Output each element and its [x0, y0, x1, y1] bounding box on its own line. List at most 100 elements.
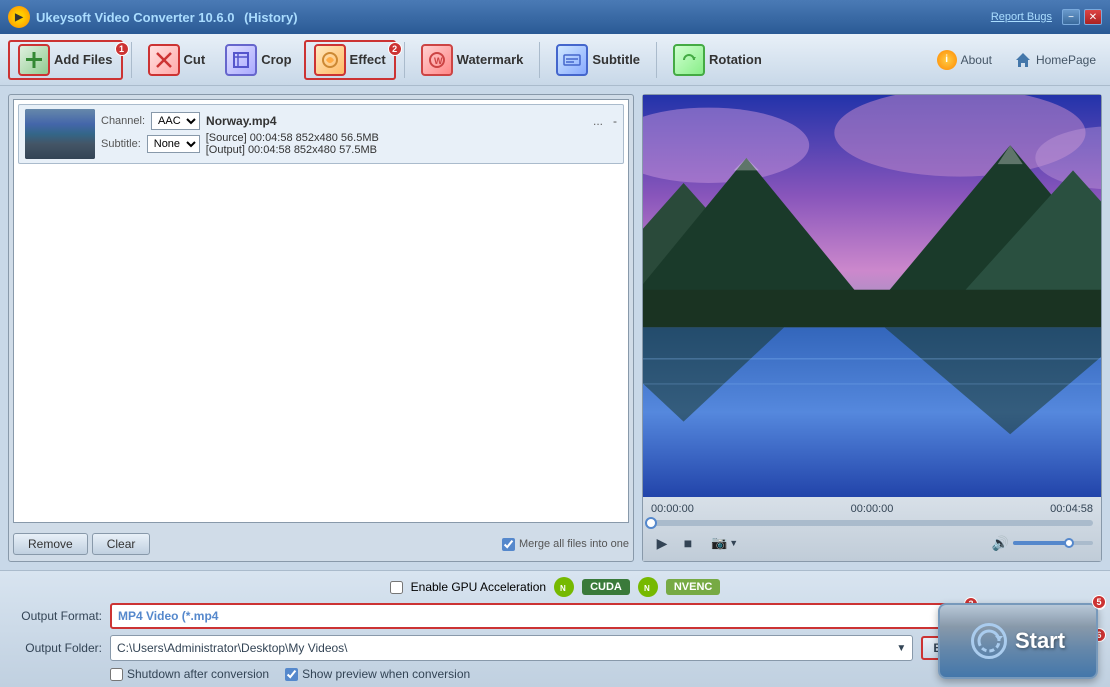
- merge-check-wrapper: Merge all files into one: [502, 538, 629, 551]
- watermark-button[interactable]: W Watermark: [413, 40, 532, 80]
- play-controls: ▶ ■ 📷 ▼: [651, 532, 738, 554]
- watermark-icon: W: [421, 44, 453, 76]
- about-icon: i: [937, 50, 957, 70]
- toolbar-sep-1: [131, 42, 132, 78]
- file-thumbnail: [25, 109, 95, 159]
- output-folder-label: Output Folder:: [12, 641, 102, 655]
- start-icon: [971, 623, 1007, 659]
- preview-option: Show preview when conversion: [285, 667, 470, 681]
- merge-label: Merge all files into one: [519, 538, 629, 550]
- subtitle-label-field: Subtitle:: [101, 138, 141, 150]
- file-panel: Channel: AAC Norway.mp4 ... - Subtitle: …: [8, 94, 634, 562]
- shutdown-checkbox[interactable]: [110, 668, 123, 681]
- volume-group: 🔊: [992, 535, 1093, 552]
- file-more-button[interactable]: ...: [593, 114, 603, 128]
- file-meta-sub-row: Subtitle: None [Source] 00:04:58 852x480…: [101, 132, 617, 156]
- file-actions: Remove Clear Merge all files into one: [9, 527, 633, 561]
- subtitle-icon: [556, 44, 588, 76]
- preview-svg: [643, 95, 1101, 497]
- time-middle: 00:00:00: [851, 503, 894, 515]
- content-row: Channel: AAC Norway.mp4 ... - Subtitle: …: [0, 86, 1110, 570]
- add-files-label: Add Files: [54, 52, 113, 67]
- preview-checkbox[interactable]: [285, 668, 298, 681]
- output-format-label: Output Format:: [12, 609, 102, 623]
- add-files-badge: 1: [115, 42, 129, 56]
- file-dash: -: [613, 114, 617, 128]
- preview-label: Show preview when conversion: [302, 667, 470, 681]
- channel-select[interactable]: AAC: [151, 112, 200, 130]
- subtitle-button[interactable]: Subtitle: [548, 40, 648, 80]
- crop-icon: [225, 44, 257, 76]
- effect-badge: 2: [388, 42, 402, 56]
- file-info: [Source] 00:04:58 852x480 56.5MB [Output…: [206, 132, 617, 156]
- merge-checkbox[interactable]: [502, 538, 515, 551]
- start-button[interactable]: Start: [938, 603, 1098, 679]
- camera-dropdown[interactable]: ▼: [729, 538, 738, 548]
- format-select-wrapper[interactable]: MP4 Video (*.mp4 ▲ 3: [110, 603, 972, 629]
- preview-video: [643, 95, 1101, 497]
- time-end: 00:04:58: [1050, 503, 1093, 515]
- time-start: 00:00:00: [651, 503, 694, 515]
- svg-text:W: W: [434, 56, 443, 66]
- start-badge-5: 5: [1092, 595, 1106, 609]
- effect-button[interactable]: Effect: [304, 40, 396, 80]
- add-files-icon: [18, 44, 50, 76]
- svg-text:N: N: [560, 584, 566, 593]
- homepage-button[interactable]: HomePage: [1008, 47, 1102, 73]
- file-item: Channel: AAC Norway.mp4 ... - Subtitle: …: [18, 104, 624, 164]
- start-button-wrapper: Start 5: [938, 603, 1098, 679]
- start-relative: Start 5: [938, 603, 1098, 679]
- crop-button[interactable]: Crop: [217, 40, 299, 80]
- file-name: Norway.mp4: [206, 114, 587, 128]
- watermark-label: Watermark: [457, 52, 524, 67]
- volume-track[interactable]: [1013, 541, 1093, 545]
- gpu-checkbox[interactable]: [390, 581, 403, 594]
- toolbar-sep-3: [539, 42, 540, 78]
- homepage-label: HomePage: [1036, 53, 1096, 67]
- crop-label: Crop: [261, 52, 291, 67]
- toolbar-sep-2: [404, 42, 405, 78]
- about-button[interactable]: i About: [931, 46, 998, 74]
- playback-row: ▶ ■ 📷 ▼ 🔊: [651, 529, 1093, 557]
- bottom-bar: Enable GPU Acceleration N CUDA N NVENC O…: [0, 570, 1110, 687]
- add-files-btn-wrapper: Add Files 1: [8, 40, 123, 80]
- close-button[interactable]: ✕: [1084, 9, 1102, 25]
- svg-text:N: N: [644, 584, 650, 593]
- about-label: About: [961, 53, 992, 67]
- source-info: [Source] 00:04:58 852x480 56.5MB: [206, 132, 617, 144]
- thumbnail-image: [25, 109, 95, 159]
- channel-label: Channel:: [101, 115, 145, 127]
- progress-thumb: [645, 517, 657, 529]
- output-format-row: Output Format: MP4 Video (*.mp4 ▲ 3 Outp…: [12, 603, 1098, 629]
- progress-track[interactable]: [651, 520, 1093, 526]
- folder-dropdown-arrow[interactable]: ▼: [896, 643, 906, 654]
- subtitle-select[interactable]: None: [147, 135, 200, 153]
- cut-icon: [148, 44, 180, 76]
- screenshot-button[interactable]: 📷 ▼: [711, 532, 738, 554]
- report-bugs-link[interactable]: Report Bugs: [991, 11, 1052, 23]
- rotation-button[interactable]: Rotation: [665, 40, 770, 80]
- nvenc-badge: NVENC: [666, 579, 721, 595]
- gpu-label: Enable GPU Acceleration: [411, 580, 546, 594]
- app-body: Channel: AAC Norway.mp4 ... - Subtitle: …: [0, 86, 1110, 687]
- minimize-button[interactable]: −: [1062, 9, 1080, 25]
- play-button[interactable]: ▶: [651, 532, 673, 554]
- cut-label: Cut: [184, 52, 206, 67]
- shutdown-option: Shutdown after conversion: [110, 667, 269, 681]
- cuda-badge: CUDA: [582, 579, 630, 595]
- preview-panel: 00:00:00 00:00:00 00:04:58 ▶ ■ 📷 ▼: [642, 94, 1102, 562]
- clear-button[interactable]: Clear: [92, 533, 151, 555]
- subtitle-label: Subtitle: [592, 52, 640, 67]
- start-refresh-icon: [974, 626, 1004, 656]
- remove-button[interactable]: Remove: [13, 533, 88, 555]
- output-info: [Output] 00:04:58 852x480 57.5MB: [206, 144, 617, 156]
- stop-button[interactable]: ■: [677, 532, 699, 554]
- home-icon: [1014, 51, 1032, 69]
- rotation-icon: [673, 44, 705, 76]
- add-files-button[interactable]: Add Files: [8, 40, 123, 80]
- toolbar: Add Files 1 Cut Crop Effect 2 W Watermar…: [0, 34, 1110, 86]
- folder-input-wrapper[interactable]: C:\Users\Administrator\Desktop\My Videos…: [110, 635, 913, 661]
- volume-icon: 🔊: [992, 535, 1009, 552]
- app-logo: ▶: [8, 6, 30, 28]
- cut-button[interactable]: Cut: [140, 40, 214, 80]
